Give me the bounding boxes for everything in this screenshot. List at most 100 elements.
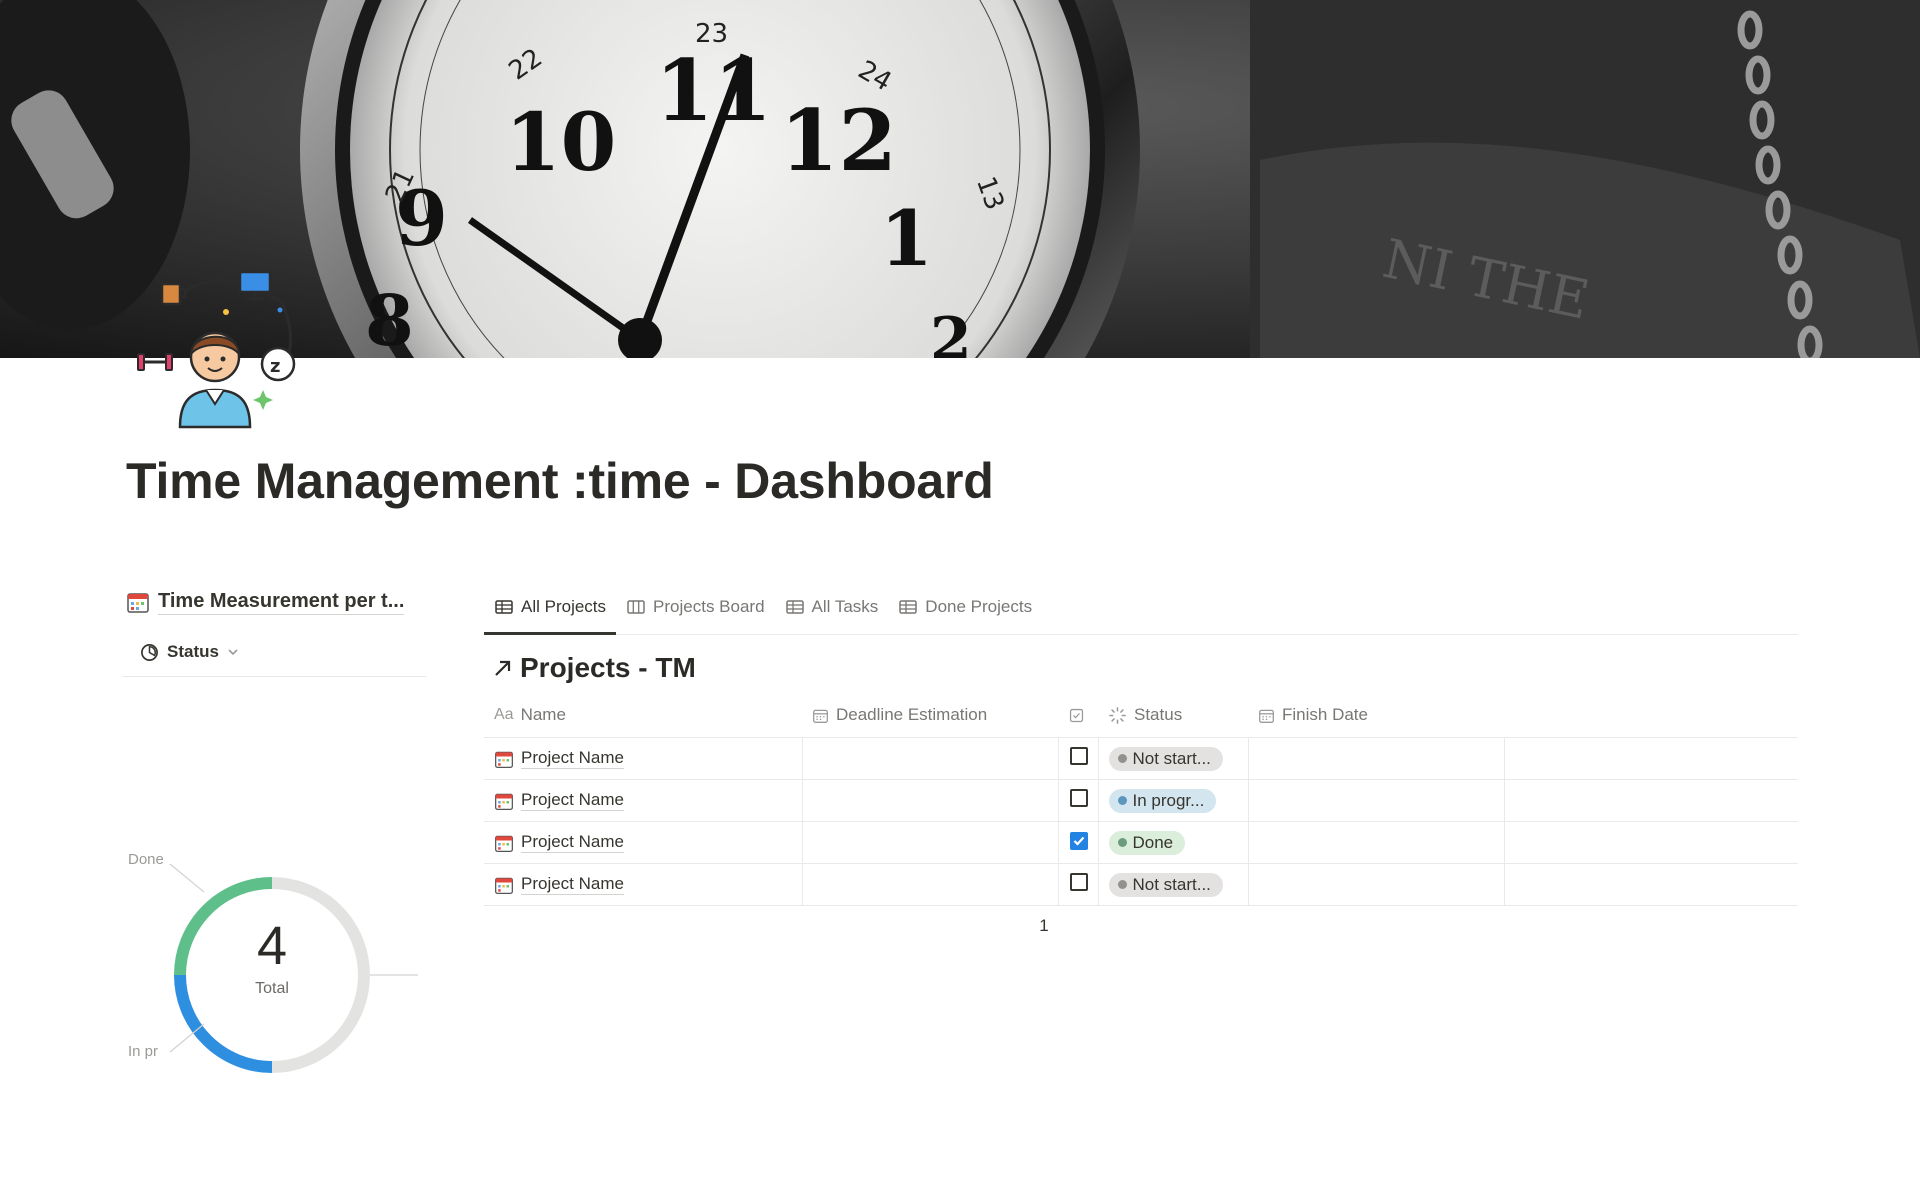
- cell-finish-date[interactable]: [1248, 737, 1505, 780]
- svg-text:8: 8: [365, 279, 414, 358]
- project-calendar-icon: [495, 793, 513, 810]
- cell-status[interactable]: Not start...: [1098, 737, 1249, 780]
- status-badge[interactable]: Not start...: [1108, 746, 1223, 771]
- svg-text:11: 11: [655, 41, 772, 140]
- tab-projects-board[interactable]: Projects Board: [616, 580, 775, 634]
- cell-checkbox[interactable]: [1058, 863, 1099, 906]
- project-name[interactable]: Project Name: [521, 748, 624, 769]
- project-name[interactable]: Project Name: [521, 790, 624, 811]
- database-title[interactable]: Projects - TM: [484, 647, 1798, 689]
- board-icon: [627, 600, 645, 614]
- projects-table: Aa Name Deadline Estimation Status Finis…: [484, 693, 1798, 906]
- tab-all-tasks[interactable]: All Tasks: [775, 580, 889, 634]
- donut-label-in-progress: In pr: [128, 1043, 158, 1060]
- checkbox-property-icon: [1069, 708, 1084, 722]
- cell-checkbox[interactable]: [1058, 779, 1099, 822]
- status-badge[interactable]: In progr...: [1108, 788, 1217, 813]
- cell-finish-date[interactable]: [1248, 821, 1505, 864]
- status-badge[interactable]: Done: [1108, 830, 1186, 855]
- calendar-icon: [127, 593, 149, 613]
- column-header-status[interactable]: Status: [1098, 693, 1248, 738]
- tab-all-projects[interactable]: All Projects: [484, 580, 617, 635]
- project-checkbox[interactable]: [1069, 789, 1088, 807]
- linked-chart-view: Time Measurement per t... Status 4 Total…: [122, 580, 426, 1073]
- status-text: Not start...: [1132, 874, 1211, 894]
- tab-done-projects[interactable]: Done Projects: [888, 580, 1042, 634]
- projects-database: All Projects Projects Board All Tasks Do…: [484, 580, 1798, 936]
- column-header-spacer: [1504, 693, 1798, 738]
- status-dot: [1117, 754, 1127, 763]
- text-property-icon: Aa: [494, 706, 514, 723]
- cell-finish-date[interactable]: [1248, 779, 1505, 822]
- cell-name[interactable]: Project Name: [484, 863, 803, 906]
- cell-deadline[interactable]: [802, 779, 1059, 822]
- cell-name[interactable]: Project Name: [484, 821, 803, 864]
- tab-label: All Tasks: [811, 597, 879, 616]
- tab-label: Projects Board: [653, 597, 765, 616]
- project-checkbox[interactable]: [1069, 832, 1088, 850]
- project-name[interactable]: Project Name: [521, 832, 624, 853]
- status-dot: [1117, 838, 1127, 847]
- cell-checkbox[interactable]: [1058, 821, 1099, 864]
- cell-finish-date[interactable]: [1248, 863, 1505, 906]
- status-dot: [1117, 796, 1127, 805]
- cell-status[interactable]: Done: [1098, 821, 1249, 864]
- status-property-icon: [1109, 706, 1126, 724]
- page-count: 1: [1039, 916, 1049, 935]
- table-row[interactable]: Project Name Done: [484, 821, 1798, 864]
- table-header-row: Aa Name Deadline Estimation Status Finis…: [484, 693, 1798, 738]
- cell-spacer: [1504, 737, 1798, 780]
- cell-name[interactable]: Project Name: [484, 779, 803, 822]
- cell-deadline[interactable]: [802, 821, 1059, 864]
- donut-center-value: 4: [257, 916, 287, 976]
- cell-checkbox[interactable]: [1058, 737, 1099, 780]
- donut-label-done: Done: [128, 851, 164, 868]
- page-icon-person-working[interactable]: z: [130, 262, 300, 432]
- cell-deadline[interactable]: [802, 863, 1059, 906]
- table-row[interactable]: Project Name Not start...: [484, 863, 1798, 906]
- svg-text:1: 1: [880, 194, 933, 283]
- cell-spacer: [1504, 821, 1798, 864]
- table-icon: [899, 600, 918, 614]
- view-tabs: All Projects Projects Board All Tasks Do…: [484, 580, 1798, 635]
- project-checkbox[interactable]: [1069, 873, 1088, 891]
- column-header-deadline[interactable]: Deadline Estimation: [802, 693, 1058, 738]
- cell-spacer: [1504, 863, 1798, 906]
- date-property-icon: [813, 709, 828, 723]
- cell-deadline[interactable]: [802, 737, 1059, 780]
- project-calendar-icon: [495, 751, 513, 768]
- cell-status[interactable]: In progr...: [1098, 779, 1249, 822]
- table-row[interactable]: Project Name In progr...: [484, 779, 1798, 822]
- leader-line-done: [169, 863, 205, 893]
- svg-text:12: 12: [780, 91, 897, 190]
- column-header-checkbox[interactable]: [1058, 693, 1098, 738]
- status-donut-chart: 4 Total Done In pr: [128, 851, 418, 1073]
- status-text: Done: [1132, 832, 1174, 852]
- status-filter[interactable]: Status: [122, 628, 426, 677]
- column-header-name[interactable]: Aa Name: [484, 693, 802, 738]
- table-row[interactable]: Project Name Not start...: [484, 737, 1798, 780]
- tab-label: Done Projects: [925, 597, 1033, 616]
- status-text: In progr...: [1132, 790, 1205, 810]
- svg-text:10: 10: [505, 95, 616, 189]
- arrow-up-right-icon: [495, 660, 511, 676]
- page-title: Time Management :time - Dashboard: [126, 453, 994, 509]
- project-checkbox[interactable]: [1069, 747, 1088, 765]
- cell-name[interactable]: Project Name: [484, 737, 803, 780]
- status-badge[interactable]: Not start...: [1108, 872, 1223, 897]
- project-name[interactable]: Project Name: [521, 874, 624, 895]
- status-filter-label: Status: [167, 642, 219, 661]
- database-title-text: Projects - TM: [520, 652, 696, 683]
- cell-status[interactable]: Not start...: [1098, 863, 1249, 906]
- linked-view-title-text: Time Measurement per t...: [158, 590, 405, 615]
- status-text: Not start...: [1132, 748, 1211, 768]
- svg-text:23: 23: [695, 19, 728, 49]
- table-icon: [785, 600, 804, 614]
- checkmark-icon: [1073, 836, 1084, 846]
- chevron-down-icon: [228, 649, 238, 656]
- svg-text:2: 2: [930, 305, 972, 358]
- status-clock-icon: [141, 643, 158, 661]
- linked-view-title[interactable]: Time Measurement per t...: [122, 580, 426, 624]
- column-header-finish-date[interactable]: Finish Date: [1248, 693, 1504, 738]
- project-calendar-icon: [495, 835, 513, 852]
